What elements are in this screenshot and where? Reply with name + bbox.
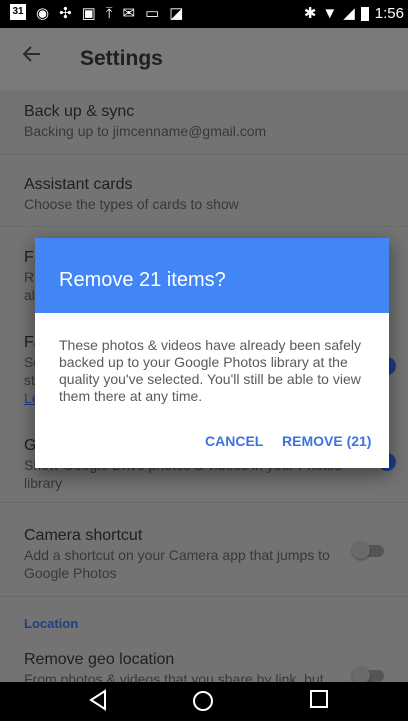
system-icons: ✱ ▼ ◢ 1:56: [304, 4, 404, 24]
dialog-message: These photos & videos have already been …: [59, 337, 361, 404]
dialog-header: Remove 21 items?: [35, 238, 389, 313]
setting-subtitle: Choose the types of cards to show: [24, 196, 239, 212]
upload-icon: ⤒: [105, 5, 113, 22]
remove-button[interactable]: REMOVE (21): [282, 433, 371, 449]
image-icon: ▣: [81, 5, 96, 22]
calendar-icon: 31: [10, 4, 26, 20]
page-title: Settings: [80, 47, 163, 70]
photo-stack-icon: ◪: [169, 5, 184, 22]
toggle-knob: [352, 541, 370, 559]
setting-subtitle: library: [24, 475, 63, 491]
aperture-icon: ◉: [36, 5, 50, 22]
divider: [0, 154, 408, 155]
app-bar: Settings: [0, 28, 408, 90]
status-bar: 31 ◉ ✣ ▣ ⤒ ✉ ▭ ◪ ✱ ▼ ◢ 1:56: [0, 0, 408, 28]
gmail-icon: ✉: [122, 5, 136, 22]
divider: [0, 226, 408, 227]
toggle-knob: [352, 666, 370, 682]
bluetooth-icon: ✱: [303, 5, 317, 22]
divider: [0, 502, 408, 503]
setting-assistant-cards[interactable]: Assistant cards Choose the types of card…: [24, 175, 374, 213]
setting-title: Remove geo location: [24, 651, 175, 668]
wifi-icon: ▼: [322, 5, 338, 22]
nav-back-icon[interactable]: [85, 689, 111, 715]
back-arrow-icon[interactable]: [22, 42, 42, 72]
setting-title: Back up & sync: [24, 103, 135, 120]
navigation-bar: [0, 682, 408, 721]
remove-items-dialog: Remove 21 items? These photos & videos h…: [35, 238, 389, 468]
nav-home-icon[interactable]: [190, 689, 216, 715]
cancel-button[interactable]: CANCEL: [205, 433, 263, 449]
clock: 1:56: [374, 5, 404, 22]
square-icon: ▭: [145, 5, 160, 22]
setting-subtitle: Backing up to jimcenname@gmail.com: [24, 123, 267, 139]
setting-subtitle: From photos & videos that you share by l…: [24, 671, 324, 682]
nav-recents-icon[interactable]: [306, 689, 332, 715]
setting-backup-sync[interactable]: Back up & sync Backing up to jimcenname@…: [24, 102, 374, 140]
setting-title: Camera shortcut: [24, 527, 143, 544]
dialog-title: Remove 21 items?: [59, 269, 226, 291]
divider: [0, 596, 408, 597]
setting-camera-shortcut[interactable]: Camera shortcut Add a shortcut on your C…: [24, 526, 374, 582]
signal-icon: ◢: [343, 5, 355, 22]
section-header-location: Location: [24, 616, 79, 631]
pinwheel-icon: ✣: [59, 5, 72, 22]
setting-title: Assistant cards: [24, 176, 133, 193]
setting-subtitle: Add a shortcut on your Camera app that j…: [24, 547, 330, 563]
setting-remove-geo-location[interactable]: Remove geo location From photos & videos…: [24, 650, 374, 682]
setting-subtitle: Google Photos: [24, 565, 117, 581]
notification-icons: 31 ◉ ✣ ▣ ⤒ ✉ ▭ ◪: [10, 4, 183, 24]
battery-icon: [360, 7, 369, 21]
geo-location-toggle[interactable]: [352, 666, 388, 682]
camera-shortcut-toggle[interactable]: [352, 541, 388, 559]
